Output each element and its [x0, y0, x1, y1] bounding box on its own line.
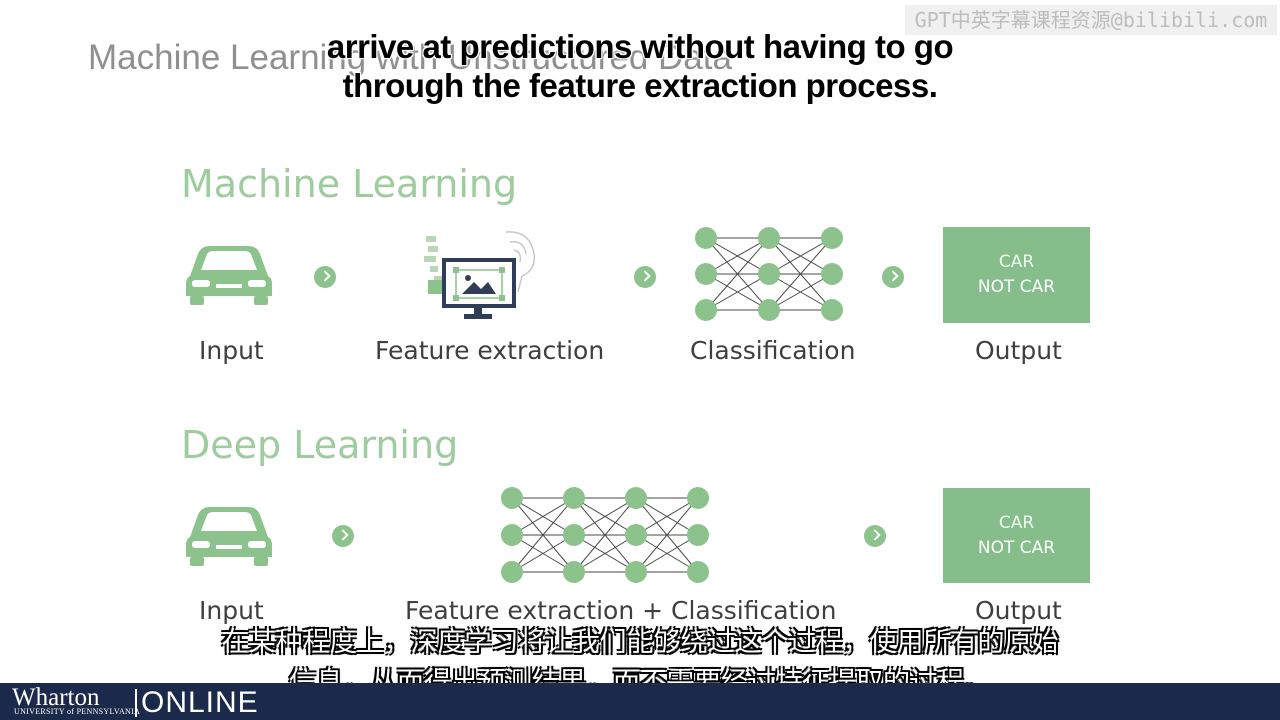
- ml-step-input: Input: [199, 336, 264, 365]
- chevron-right-icon: [314, 266, 336, 288]
- car-icon: [186, 507, 272, 566]
- neural-network-icon: [695, 227, 843, 321]
- output-car-label: CAR: [998, 512, 1035, 533]
- dl-output-box: CAR NOT CAR: [943, 488, 1090, 583]
- neural-network-icon: [501, 487, 709, 583]
- chevron-right-icon: [864, 525, 886, 547]
- subtitle-en-line1: arrive at predictions without having to …: [326, 28, 954, 65]
- chevron-right-icon: [882, 266, 904, 288]
- subtitle-zh-line1: 在某种程度上，深度学习将让我们能够绕过这个过程，使用所有的原始: [221, 627, 1059, 658]
- deep-learning-title: Deep Learning: [181, 423, 459, 467]
- logo-divider: [135, 689, 137, 717]
- subtitle-en-line2: through the feature extraction process.: [342, 67, 938, 104]
- chevron-right-icon: [332, 525, 354, 547]
- output-not-car-label: NOT CAR: [977, 537, 1056, 558]
- online-text: ONLINE: [141, 686, 259, 719]
- ml-step-feature-extraction: Feature extraction: [375, 336, 605, 365]
- chevron-right-icon: [634, 266, 656, 288]
- university-text: UNIVERSITY of PENNSYLVANIA: [14, 707, 141, 716]
- output-not-car-label: NOT CAR: [977, 277, 1056, 297]
- ml-output-box: CAR NOT CAR: [943, 227, 1090, 323]
- feature-extraction-icon: [424, 231, 535, 319]
- machine-learning-title: Machine Learning: [181, 162, 518, 206]
- ml-step-classification: Classification: [690, 336, 856, 365]
- output-car-label: CAR: [998, 252, 1035, 272]
- ml-step-output: Output: [975, 336, 1062, 365]
- car-icon: [186, 246, 272, 305]
